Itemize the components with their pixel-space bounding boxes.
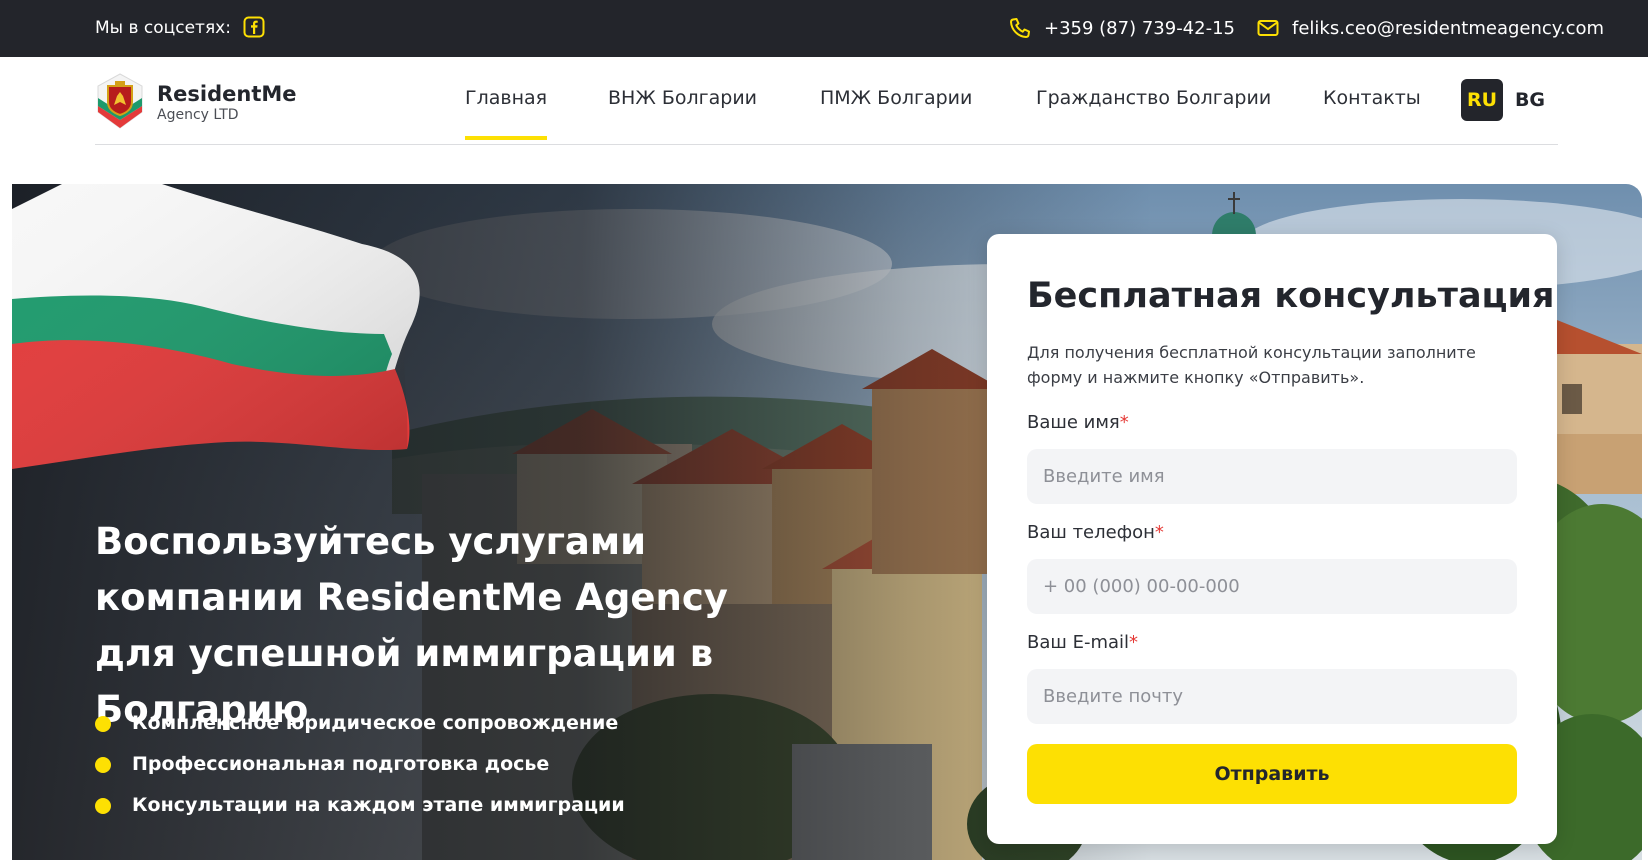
phone-field-label: Ваш телефон* — [1027, 522, 1164, 543]
nav-item-citizenship[interactable]: Гражданство Болгарии — [1036, 87, 1271, 109]
name-input[interactable] — [1027, 449, 1517, 504]
logo-name: ResidentMe — [157, 82, 297, 106]
form-description: Для получения бесплатной консультации за… — [1027, 343, 1476, 387]
logo-subtitle: Agency LTD — [157, 107, 239, 123]
email-contact[interactable]: feliks.ceo@residentmeagency.com — [1256, 16, 1604, 40]
form-title: Бесплатная консультация — [1027, 276, 1555, 316]
required-mark: * — [1154, 522, 1164, 543]
required-mark: * — [1129, 632, 1139, 653]
logo[interactable]: ResidentMe Agency LTD — [95, 72, 297, 134]
email-address[interactable]: feliks.ceo@residentmeagency.com — [1292, 18, 1604, 39]
facebook-icon[interactable] — [243, 16, 265, 38]
list-item: Комплексное юридическое сопровождение — [95, 709, 625, 750]
language-ru-button[interactable]: RU — [1461, 79, 1503, 121]
list-item: Консультации на каждом этапе иммиграции — [95, 791, 625, 832]
list-item: Профессиональная подготовка досье — [95, 750, 625, 791]
social-label: Мы в соцсетях: — [95, 18, 231, 38]
email-input[interactable] — [1027, 669, 1517, 724]
top-bar: Мы в соцсетях: +359 (87) 739-42-15 felik… — [0, 0, 1648, 57]
consultation-form: Бесплатная консультация Для получения бе… — [987, 234, 1557, 844]
required-mark: * — [1119, 412, 1129, 433]
nav-item-permanent-residence[interactable]: ПМЖ Болгарии — [820, 87, 972, 109]
phone-number[interactable]: +359 (87) 739-42-15 — [1044, 18, 1235, 39]
phone-icon — [1008, 16, 1032, 40]
bulgarian-coat-of-arms-logo — [95, 72, 145, 134]
hero-benefits-list: Комплексное юридическое сопровождение Пр… — [95, 709, 625, 832]
hero-title: Воспользуйтесь услугами компании Residen… — [95, 520, 728, 731]
site-header: ResidentMe Agency LTD Главная ВНЖ Болгар… — [95, 57, 1558, 145]
nav-item-home[interactable]: Главная — [465, 87, 548, 140]
phone-contact[interactable]: +359 (87) 739-42-15 — [1008, 16, 1235, 40]
submit-button[interactable]: Отправить — [1027, 744, 1517, 804]
phone-input[interactable] — [1027, 559, 1517, 614]
language-bg-button[interactable]: BG — [1509, 79, 1551, 121]
mail-icon — [1256, 16, 1280, 40]
email-field-label: Ваш E-mail* — [1027, 632, 1139, 653]
nav-item-residence-permit[interactable]: ВНЖ Болгарии — [608, 87, 757, 109]
name-field-label: Ваше имя* — [1027, 412, 1129, 433]
nav-item-contacts[interactable]: Контакты — [1323, 87, 1421, 109]
